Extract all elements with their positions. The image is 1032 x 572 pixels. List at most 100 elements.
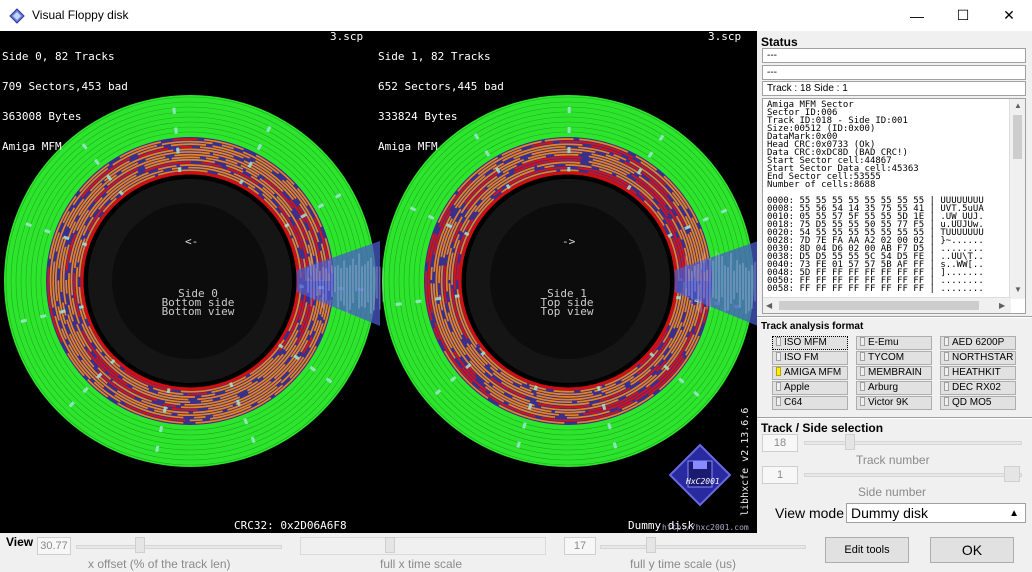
- format-button-label: ISO MFM: [784, 337, 827, 348]
- side1-tracks-text: Side 1, 82 Tracks: [378, 50, 491, 63]
- floppy-logo-icon: [668, 443, 732, 507]
- horizontal-scroll-thumb[interactable]: [779, 301, 979, 310]
- x-offset-slider-track[interactable]: [76, 545, 282, 549]
- format-button-arburg[interactable]: Arburg: [856, 381, 932, 395]
- format-button-label: TYCOM: [868, 352, 905, 363]
- format-button-c64[interactable]: C64: [772, 396, 848, 410]
- format-button-heathkit[interactable]: HEATHKIT: [940, 366, 1016, 380]
- format-button-iso-mfm[interactable]: ISO MFM: [772, 336, 848, 350]
- format-led-icon: [860, 337, 865, 346]
- disk-side0-sector-arc: [65, 279, 68, 294]
- disk-side1-hub-center: [490, 203, 646, 359]
- format-button-label: C64: [784, 397, 803, 408]
- scroll-left-icon[interactable]: ◀: [766, 301, 772, 310]
- close-button[interactable]: ✕: [986, 0, 1032, 31]
- format-button-victor-9k[interactable]: Victor 9K: [856, 396, 932, 410]
- format-button-dec-rx02[interactable]: DEC RX02: [940, 381, 1016, 395]
- side-number-label: Side number: [858, 485, 927, 499]
- side-slider-thumb[interactable]: [1004, 466, 1020, 482]
- side1-view-label: Top view: [540, 305, 594, 318]
- format-button-e-emu[interactable]: E-Emu: [856, 336, 932, 350]
- format-led-icon: [944, 337, 949, 346]
- disk-side1-sector-arc: [553, 390, 575, 393]
- track-side-status: Track : 18 Side : 1: [762, 81, 1026, 96]
- logo-text: HxC2001: [686, 477, 720, 486]
- format-led-icon: [860, 382, 865, 391]
- y-time-spin[interactable]: 17: [564, 537, 596, 555]
- info-vertical-scrollbar[interactable]: ▲ ▼: [1009, 99, 1025, 299]
- disk-viewer[interactable]: Side 0, 82 Tracks 709 Sectors,453 bad 36…: [0, 31, 757, 533]
- side0-filename: 3.scp: [330, 31, 364, 43]
- track-slider-track[interactable]: [804, 441, 1022, 445]
- format-button-iso-fm[interactable]: ISO FM: [772, 351, 848, 365]
- track-number-spin[interactable]: 18: [762, 434, 798, 452]
- scroll-right-icon[interactable]: ▶: [999, 301, 1005, 310]
- format-button-label: HEATHKIT: [952, 367, 1001, 378]
- format-button-qd-mo5[interactable]: QD MO5: [940, 396, 1016, 410]
- format-led-icon: [776, 382, 781, 391]
- x-time-slider-thumb[interactable]: [385, 537, 395, 553]
- y-time-slider-thumb[interactable]: [646, 537, 656, 553]
- app-diamond-icon: [9, 8, 25, 24]
- format-led-icon: [944, 367, 949, 376]
- sector-info-text: Amiga MFM Sector Sector ID:006 Track ID:…: [767, 100, 984, 294]
- x-offset-spin[interactable]: 30.77: [37, 537, 71, 555]
- sector-info-box[interactable]: Amiga MFM Sector Sector ID:006 Track ID:…: [762, 98, 1026, 314]
- format-button-label: ISO FM: [784, 352, 819, 363]
- format-button-apple[interactable]: Apple: [772, 381, 848, 395]
- vertical-scroll-thumb[interactable]: [1013, 115, 1022, 159]
- format-button-label: MEMBRAIN: [868, 367, 922, 378]
- view-mode-select[interactable]: Dummy disk ▲: [846, 503, 1026, 523]
- format-button-membrain[interactable]: MEMBRAIN: [856, 366, 932, 380]
- format-button-tycom[interactable]: TYCOM: [856, 351, 932, 365]
- side1-sectors-text: 652 Sectors,445 bad: [378, 80, 504, 93]
- y-time-slider-track[interactable]: [600, 545, 806, 549]
- hxc-url-text: http://hxc2001.com: [662, 523, 749, 532]
- disk-side1-sector-arc: [430, 267, 433, 280]
- format-button-label: QD MO5: [952, 397, 992, 408]
- side-number-spin[interactable]: 1: [762, 466, 798, 484]
- side-slider-track[interactable]: [804, 473, 1022, 477]
- disk-side1-sector-arc: [554, 153, 579, 157]
- minimize-button[interactable]: —: [894, 0, 940, 31]
- title-bar: Visual Floppy disk — ☐ ✕: [0, 0, 1032, 31]
- info-horizontal-scrollbar[interactable]: ◀ ▶: [763, 297, 1011, 313]
- format-button-aed-6200p[interactable]: AED 6200P: [940, 336, 1016, 350]
- x-offset-label: x offset (% of the track len): [88, 557, 231, 571]
- status-group-title: Status: [761, 35, 798, 49]
- side1-format-text: Amiga MFM: [378, 140, 438, 153]
- format-led-icon: [860, 367, 865, 376]
- x-offset-slider-thumb[interactable]: [135, 537, 145, 553]
- side1-bytes-text: 333824 Bytes: [378, 110, 458, 123]
- scroll-up-icon[interactable]: ▲: [1014, 101, 1022, 110]
- ok-button[interactable]: OK: [930, 537, 1014, 563]
- format-button-label: NORTHSTAR: [952, 352, 1014, 363]
- format-button-label: AED 6200P: [952, 337, 1005, 348]
- format-led-icon: [860, 397, 865, 406]
- format-button-label: Arburg: [868, 382, 899, 393]
- format-button-label: E-Emu: [868, 337, 899, 348]
- side0-sectors-text: 709 Sectors,453 bad: [2, 80, 128, 93]
- edit-tools-button[interactable]: Edit tools: [825, 537, 909, 563]
- format-led-icon: [776, 337, 781, 346]
- side1-direction-arrow: ->: [562, 235, 576, 248]
- scroll-down-icon[interactable]: ▼: [1014, 285, 1022, 294]
- format-button-label: Victor 9K: [868, 397, 909, 408]
- analysis-group-title: Track analysis format: [761, 321, 864, 332]
- side0-header: Side 0, 82 Tracks 709 Sectors,453 bad 36…: [2, 32, 128, 172]
- disk-side0-sector-arc: [172, 138, 198, 141]
- format-button-label: DEC RX02: [952, 382, 1001, 393]
- status-field-1: ---: [762, 48, 1026, 63]
- format-led-icon: [944, 397, 949, 406]
- window-title: Visual Floppy disk: [32, 8, 129, 22]
- format-led-icon: [860, 352, 865, 361]
- visual-floppy-window: Visual Floppy disk — ☐ ✕ Side 0, 82 Trac…: [0, 0, 1032, 572]
- dropdown-arrow-icon: ▲: [1009, 508, 1019, 519]
- track-side-group-title: Track / Side selection: [761, 421, 884, 435]
- side0-view-label: Bottom view: [161, 305, 235, 318]
- maximize-button[interactable]: ☐: [940, 0, 986, 31]
- track-slider-thumb[interactable]: [845, 434, 855, 450]
- format-button-northstar[interactable]: NORTHSTAR: [940, 351, 1016, 365]
- format-button-amiga-mfm[interactable]: AMIGA MFM: [772, 366, 848, 380]
- x-time-scale-slider[interactable]: [300, 537, 546, 555]
